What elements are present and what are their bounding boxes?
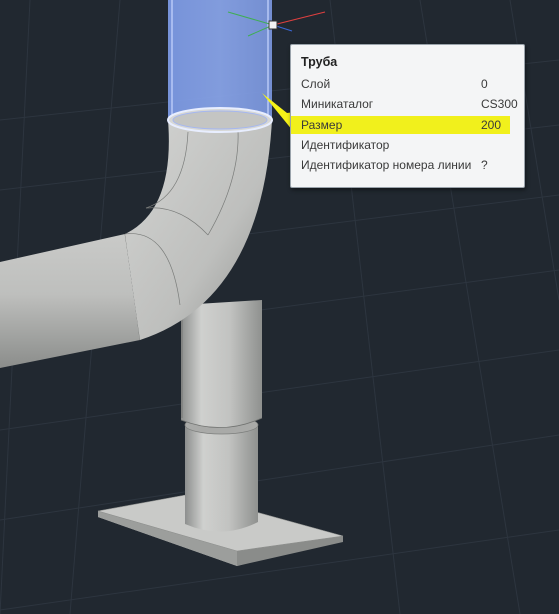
property-label: Идентификатор номера линии — [301, 158, 472, 172]
property-row-size: Размер 200 — [291, 116, 510, 134]
property-label: Слой — [301, 77, 331, 91]
property-row-minicatalog: Миникаталог CS300 — [301, 95, 518, 113]
property-value: 0 — [481, 77, 488, 91]
support-post[interactable] — [180, 300, 263, 532]
property-value: 200 — [481, 118, 502, 132]
property-value: CS300 — [481, 97, 518, 111]
property-row-layer: Слой 0 — [301, 75, 516, 93]
property-label: Идентификатор — [301, 138, 390, 152]
grip-square-icon[interactable] — [268, 20, 278, 30]
property-row-identifier: Идентификатор — [301, 136, 516, 154]
tooltip-title: Труба — [301, 55, 338, 69]
property-row-line-number-id: Идентификатор номера линии ? — [301, 156, 516, 174]
property-label: Размер — [301, 118, 343, 132]
horizontal-pipe[interactable] — [0, 233, 141, 368]
property-value: ? — [481, 158, 488, 172]
properties-tooltip: Труба Слой 0 Миникаталог CS300 Размер 20… — [290, 44, 525, 188]
property-label: Миникаталог — [301, 97, 374, 111]
model-viewport[interactable]: Труба Слой 0 Миникаталог CS300 Размер 20… — [0, 0, 559, 614]
